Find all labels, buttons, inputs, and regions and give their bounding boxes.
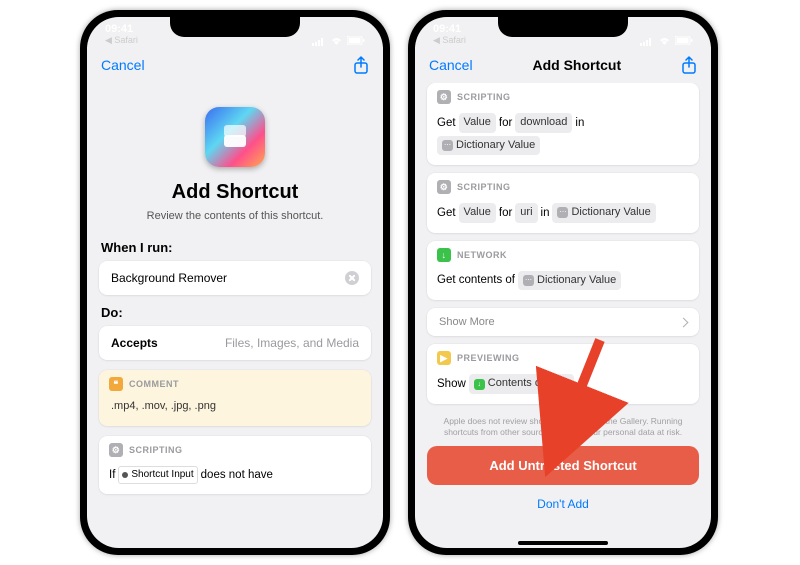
dictionary-icon: ⋯ <box>557 207 568 218</box>
dont-add-button[interactable]: Don't Add <box>427 493 699 515</box>
home-indicator[interactable] <box>518 541 608 545</box>
chevron-right-icon <box>679 317 689 327</box>
disclaimer-text: Apple does not review shortcuts outside … <box>427 412 699 446</box>
dictionary-value-pill[interactable]: ⋯Dictionary Value <box>518 271 621 291</box>
does-not-text: does not have <box>201 466 273 484</box>
status-back-app[interactable]: ◀ Safari <box>433 36 466 45</box>
phone-right: 09:41 ◀ Safari Cancel Add Shortcut <box>408 10 718 555</box>
scripting-badge-icon: ⚙ <box>109 443 123 457</box>
cancel-button[interactable]: Cancel <box>429 57 473 73</box>
add-untrusted-button[interactable]: Add Untrusted Shortcut <box>427 446 699 485</box>
status-back-app[interactable]: ◀ Safari <box>105 36 138 45</box>
wifi-icon <box>658 36 671 45</box>
battery-icon <box>675 36 693 45</box>
scripting-uri-card: ⚙ SCRIPTING Get Value for uri in ⋯Dictio… <box>427 173 699 233</box>
shortcut-name-text: Background Remover <box>111 271 227 285</box>
status-time: 09:41 <box>433 24 466 35</box>
show-more-button[interactable]: Show More <box>427 308 699 336</box>
nav-bar: Cancel <box>87 47 383 83</box>
when-i-run-label: When I run: <box>101 240 369 255</box>
dictionary-icon: ⋯ <box>523 275 534 286</box>
scripting-download-card: ⚙ SCRIPTING Get Value for download in ⋯D… <box>427 83 699 165</box>
previewing-head-label: PREVIEWING <box>457 353 520 363</box>
scripting-badge-icon: ⚙ <box>437 180 451 194</box>
cancel-button[interactable]: Cancel <box>101 57 145 73</box>
phone-left: 09:41 ◀ Safari Cancel <box>80 10 390 555</box>
do-label: Do: <box>101 305 369 320</box>
download-pill[interactable]: download <box>515 113 572 133</box>
dictionary-value-pill[interactable]: ⋯Dictionary Value <box>437 136 540 156</box>
shortcut-input-token[interactable]: Shortcut Input <box>118 466 197 484</box>
page-subtitle: Review the contents of this shortcut. <box>99 210 371 222</box>
previewing-card: ▶ PREVIEWING Show ↓Contents of URL <box>427 344 699 404</box>
scripting-if-card: ⚙ SCRIPTING If Shortcut Input does not h… <box>99 436 371 494</box>
app-icon <box>205 107 265 167</box>
previewing-badge-icon: ▶ <box>437 351 451 365</box>
scripting-head-label: SCRIPTING <box>129 445 183 455</box>
wifi-icon <box>330 36 343 45</box>
value-pill[interactable]: Value <box>459 113 496 133</box>
signal-icon <box>640 37 654 45</box>
comment-head-label: COMMENT <box>129 379 179 389</box>
accepts-card: Accepts Files, Images, and Media <box>99 326 371 360</box>
comment-body: .mp4, .mov, .jpg, .png <box>99 396 371 416</box>
comment-badge-icon: ❝ <box>109 377 123 391</box>
contents-url-pill[interactable]: ↓Contents of URL <box>469 374 574 394</box>
battery-icon <box>347 36 365 45</box>
scripting-head-label: SCRIPTING <box>457 182 511 192</box>
dictionary-icon: ⋯ <box>442 140 453 151</box>
network-card: ↓ NETWORK Get contents of ⋯Dictionary Va… <box>427 241 699 301</box>
scripting-head-label: SCRIPTING <box>457 92 511 102</box>
accepts-value: Files, Images, and Media <box>225 336 359 350</box>
accepts-label: Accepts <box>111 336 158 350</box>
page-title: Add Shortcut <box>99 181 371 204</box>
scripting-badge-icon: ⚙ <box>437 90 451 104</box>
value-pill[interactable]: Value <box>459 203 496 223</box>
nav-bar: Cancel Add Shortcut <box>415 47 711 83</box>
network-badge-icon: ↓ <box>437 248 451 262</box>
clear-icon[interactable] <box>345 271 359 285</box>
comment-card: ❝ COMMENT .mp4, .mov, .jpg, .png <box>99 370 371 426</box>
network-head-label: NETWORK <box>457 250 507 260</box>
notch <box>498 17 628 37</box>
shortcut-name-field[interactable]: Background Remover <box>99 261 371 295</box>
uri-pill[interactable]: uri <box>515 203 537 223</box>
download-icon: ↓ <box>474 379 485 390</box>
dictionary-value-pill[interactable]: ⋯Dictionary Value <box>552 203 655 223</box>
notch <box>170 17 300 37</box>
if-word: If <box>109 466 115 484</box>
share-icon[interactable] <box>353 56 369 74</box>
signal-icon <box>312 37 326 45</box>
status-time: 09:41 <box>105 24 138 35</box>
share-icon[interactable] <box>681 56 697 74</box>
nav-title: Add Shortcut <box>532 57 621 73</box>
